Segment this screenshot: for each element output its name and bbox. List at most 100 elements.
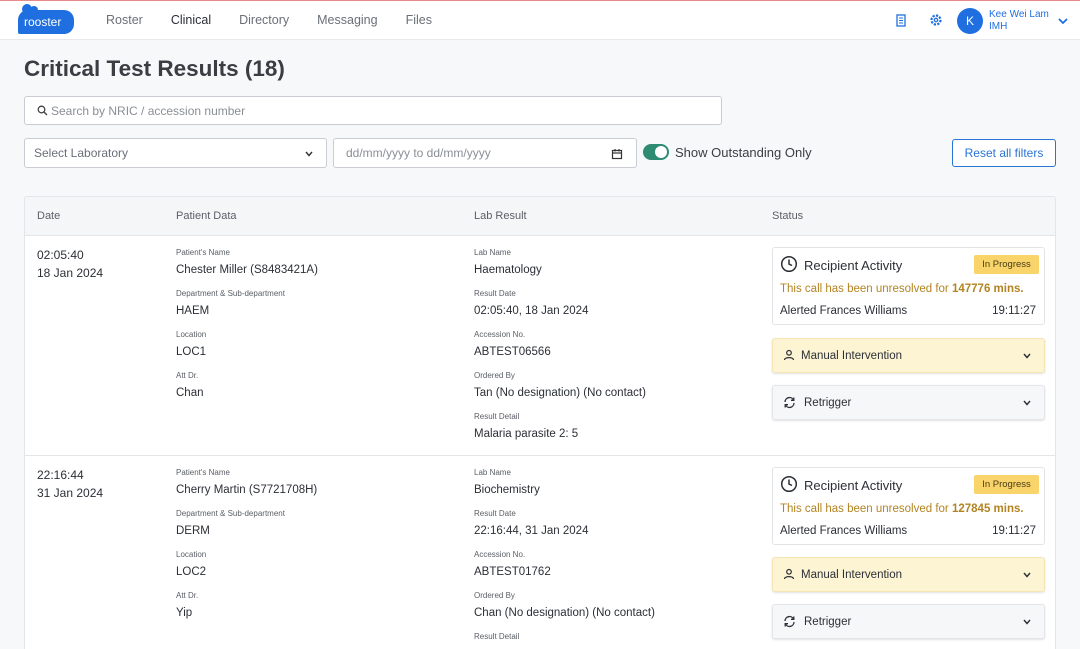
- chevron-down-icon: [1023, 400, 1031, 406]
- caption-department: Department & Sub-department: [176, 509, 285, 518]
- nav-item-clinical[interactable]: Clinical: [171, 1, 211, 41]
- caption-ordered-by: Ordered By: [474, 371, 515, 380]
- building-icon[interactable]: [894, 13, 908, 27]
- gear-icon[interactable]: [929, 13, 943, 27]
- search-input[interactable]: [51, 97, 711, 124]
- laboratory-select-placeholder: Select Laboratory: [34, 146, 129, 160]
- person-icon: [783, 568, 795, 580]
- retrigger-accordion[interactable]: Retrigger: [772, 604, 1045, 639]
- manual-intervention-label: Manual Intervention: [801, 350, 903, 362]
- caption-department: Department & Sub-department: [176, 289, 285, 298]
- recipient-activity-card: Recipient Activity In Progress This call…: [772, 467, 1045, 545]
- unresolved-mins: 127845 mins.: [951, 503, 1024, 515]
- outstanding-toggle-label: Show Outstanding Only: [675, 145, 812, 160]
- avatar[interactable]: K: [957, 8, 983, 34]
- chevron-down-icon: [1023, 572, 1031, 578]
- caption-patient-name: Patient's Name: [176, 468, 230, 477]
- column-header-status: Status: [772, 210, 804, 222]
- results-table: Date Patient Data Lab Result Status 02:0…: [24, 196, 1056, 649]
- caption-accession: Accession No.: [474, 550, 526, 559]
- chevron-down-icon[interactable]: [1057, 15, 1069, 27]
- status-badge: In Progress: [974, 475, 1039, 494]
- caption-location: Location: [176, 330, 207, 339]
- row-date: 31 Jan 2024: [37, 486, 104, 500]
- retrigger-label: Retrigger: [804, 616, 852, 628]
- alerted-recipient: Alerted Frances Williams: [780, 525, 908, 537]
- unresolved-message: This call has been unresolved for 147776…: [780, 283, 1024, 295]
- nav-item-messaging[interactable]: Messaging: [317, 1, 377, 41]
- retrigger-label: Retrigger: [804, 397, 852, 409]
- person-icon: [783, 349, 795, 361]
- row-date: 18 Jan 2024: [37, 266, 104, 280]
- caption-att-dr: Att Dr.: [176, 371, 199, 380]
- caption-patient-name: Patient's Name: [176, 248, 230, 257]
- alerted-time: 19:11:27: [992, 525, 1036, 537]
- caption-ordered-by: Ordered By: [474, 591, 515, 600]
- department: HAEM: [176, 305, 210, 317]
- table-row[interactable]: 02:05:40 18 Jan 2024 Patient's Name Ches…: [25, 236, 1055, 456]
- location: LOC1: [176, 346, 207, 358]
- caption-lab-name: Lab Name: [474, 248, 511, 257]
- user-org: IMH: [989, 21, 1008, 32]
- caption-result-detail: Result Detail: [474, 632, 520, 641]
- date-range-placeholder: dd/mm/yyyy to dd/mm/yyyy: [346, 146, 491, 160]
- caption-lab-name: Lab Name: [474, 468, 511, 477]
- retrigger-accordion[interactable]: Retrigger: [772, 385, 1045, 420]
- chevron-down-icon: [305, 151, 313, 157]
- department: DERM: [176, 525, 210, 537]
- user-name[interactable]: Kee Wei Lam: [989, 9, 1049, 21]
- clock-icon: [780, 475, 798, 493]
- recipient-activity-card: Recipient Activity In Progress This call…: [772, 247, 1045, 325]
- table-row[interactable]: 22:16:44 31 Jan 2024 Patient's Name Cher…: [25, 456, 1055, 649]
- result-date: 02:05:40, 18 Jan 2024: [474, 305, 589, 317]
- clock-icon: [780, 255, 798, 273]
- status-badge: In Progress: [974, 255, 1039, 274]
- column-header-date: Date: [37, 210, 61, 222]
- nav-item-roster[interactable]: Roster: [106, 1, 143, 41]
- ordered-by: Chan (No designation) (No contact): [474, 607, 655, 619]
- manual-intervention-label: Manual Intervention: [801, 569, 903, 581]
- calendar-icon[interactable]: [611, 148, 623, 160]
- toggle-knob: [655, 146, 667, 158]
- result-detail: Malaria parasite 2: 5: [474, 428, 579, 440]
- logo-text: rooster: [18, 10, 74, 34]
- manual-intervention-accordion[interactable]: Manual Intervention: [772, 557, 1045, 592]
- nav-item-files[interactable]: Files: [406, 1, 432, 41]
- unresolved-prefix: This call has been unresolved for: [780, 503, 949, 515]
- top-navigation-bar: rooster Roster Clinical Directory Messag…: [0, 0, 1080, 40]
- row-time: 22:16:44: [37, 468, 84, 482]
- recipient-activity-title: Recipient Activity: [804, 258, 903, 273]
- unresolved-mins: 147776 mins.: [951, 283, 1024, 295]
- outstanding-toggle[interactable]: [643, 144, 669, 160]
- caption-result-date: Result Date: [474, 509, 516, 518]
- page-title: Critical Test Results (18): [24, 56, 285, 81]
- location: LOC2: [176, 566, 207, 578]
- unresolved-message: This call has been unresolved for 127845…: [780, 503, 1024, 515]
- chevron-down-icon: [1023, 619, 1031, 625]
- refresh-icon: [784, 396, 795, 409]
- manual-intervention-accordion[interactable]: Manual Intervention: [772, 338, 1045, 373]
- rooster-logo[interactable]: rooster: [18, 4, 75, 35]
- accession-number: ABTEST01762: [474, 566, 551, 578]
- lab-name: Haematology: [474, 264, 542, 276]
- alerted-time: 19:11:27: [992, 305, 1036, 317]
- date-range-field[interactable]: dd/mm/yyyy to dd/mm/yyyy: [333, 138, 637, 168]
- search-icon: [37, 105, 48, 116]
- accession-number: ABTEST06566: [474, 346, 551, 358]
- alerted-recipient: Alerted Frances Williams: [780, 305, 908, 317]
- nav-item-directory[interactable]: Directory: [239, 1, 289, 41]
- unresolved-prefix: This call has been unresolved for: [780, 283, 949, 295]
- caption-att-dr: Att Dr.: [176, 591, 199, 600]
- column-header-patient: Patient Data: [176, 210, 237, 222]
- chevron-down-icon: [1023, 353, 1031, 359]
- result-date: 22:16:44, 31 Jan 2024: [474, 525, 589, 537]
- search-box: [24, 96, 722, 125]
- table-header: Date Patient Data Lab Result Status: [25, 197, 1055, 236]
- att-dr: Yip: [176, 607, 193, 619]
- ordered-by: Tan (No designation) (No contact): [474, 387, 646, 399]
- patient-name: Cherry Martin (S7721708H): [176, 484, 318, 496]
- laboratory-select[interactable]: Select Laboratory: [24, 138, 327, 168]
- column-header-lab: Lab Result: [474, 210, 527, 222]
- caption-result-detail: Result Detail: [474, 412, 520, 421]
- reset-filters-button[interactable]: Reset all filters: [952, 139, 1056, 167]
